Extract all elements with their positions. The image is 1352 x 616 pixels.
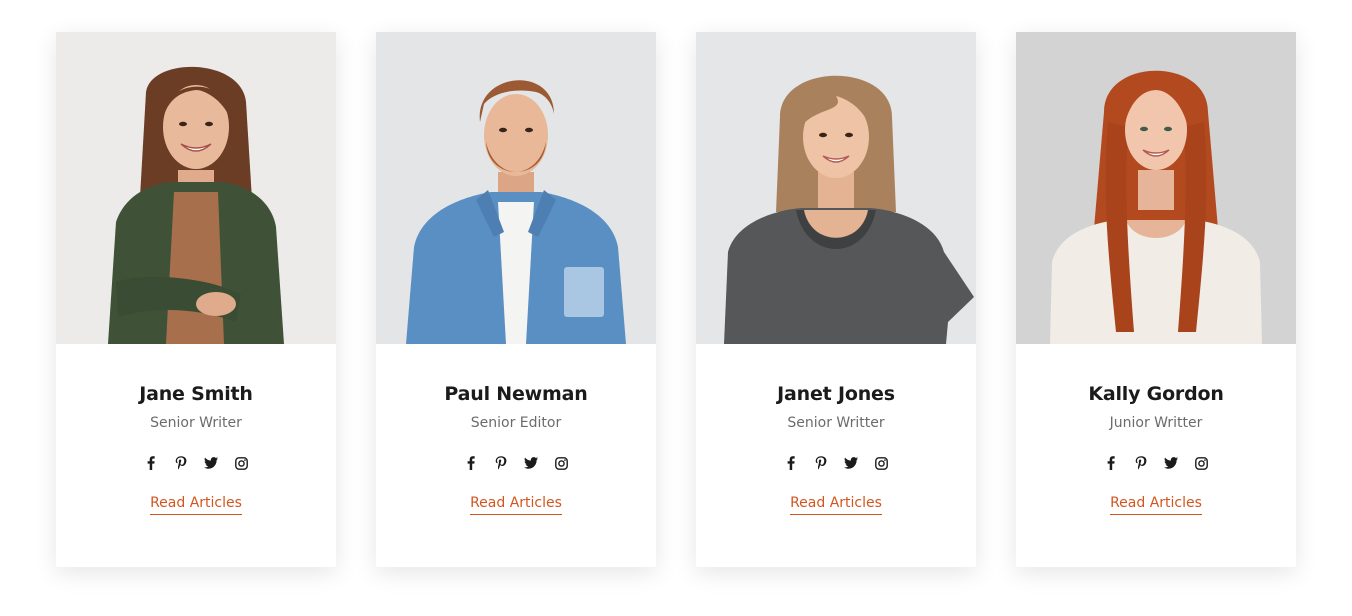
profile-photo (376, 32, 656, 344)
member-name: Jane Smith (139, 383, 253, 405)
twitter-icon[interactable] (524, 456, 538, 470)
member-name: Kally Gordon (1088, 383, 1224, 405)
read-articles-link[interactable]: Read Articles (1110, 494, 1202, 515)
read-articles-link[interactable]: Read Articles (790, 494, 882, 515)
twitter-icon[interactable] (1164, 456, 1178, 470)
member-name: Paul Newman (444, 383, 588, 405)
instagram-icon[interactable] (1194, 456, 1208, 470)
profile-photo (1016, 32, 1296, 344)
social-links (1016, 456, 1296, 472)
facebook-icon[interactable] (784, 456, 798, 470)
pinterest-icon[interactable] (814, 456, 828, 470)
facebook-icon[interactable] (464, 456, 478, 470)
member-name: Janet Jones (777, 383, 895, 405)
member-role: Senior Writter (787, 415, 885, 431)
social-links (696, 456, 976, 472)
pinterest-icon[interactable] (494, 456, 508, 470)
social-links (56, 456, 336, 472)
social-links (376, 456, 656, 472)
read-articles-link[interactable]: Read Articles (470, 494, 562, 515)
facebook-icon[interactable] (144, 456, 158, 470)
instagram-icon[interactable] (234, 456, 248, 470)
twitter-icon[interactable] (204, 456, 218, 470)
team-grid: Jane Smith Senior Writer Read Articles P… (0, 0, 1352, 616)
member-role: Senior Writer (150, 415, 242, 431)
pinterest-icon[interactable] (1134, 456, 1148, 470)
card-body: Kally Gordon Junior Writter Read Article… (1016, 382, 1296, 515)
card-body: Janet Jones Senior Writter Read Articles (696, 382, 976, 515)
pinterest-icon[interactable] (174, 456, 188, 470)
team-card: Janet Jones Senior Writter Read Articles (696, 32, 976, 567)
member-role: Senior Editor (470, 415, 562, 431)
team-card: Jane Smith Senior Writer Read Articles (56, 32, 336, 567)
instagram-icon[interactable] (874, 456, 888, 470)
card-body: Jane Smith Senior Writer Read Articles (56, 382, 336, 515)
team-card: Paul Newman Senior Editor Read Articles (376, 32, 656, 567)
member-role: Junior Writter (1109, 415, 1203, 431)
read-articles-link[interactable]: Read Articles (150, 494, 242, 515)
profile-photo (56, 32, 336, 344)
facebook-icon[interactable] (1104, 456, 1118, 470)
twitter-icon[interactable] (844, 456, 858, 470)
team-card: Kally Gordon Junior Writter Read Article… (1016, 32, 1296, 567)
profile-photo (696, 32, 976, 344)
card-body: Paul Newman Senior Editor Read Articles (376, 382, 656, 515)
instagram-icon[interactable] (554, 456, 568, 470)
